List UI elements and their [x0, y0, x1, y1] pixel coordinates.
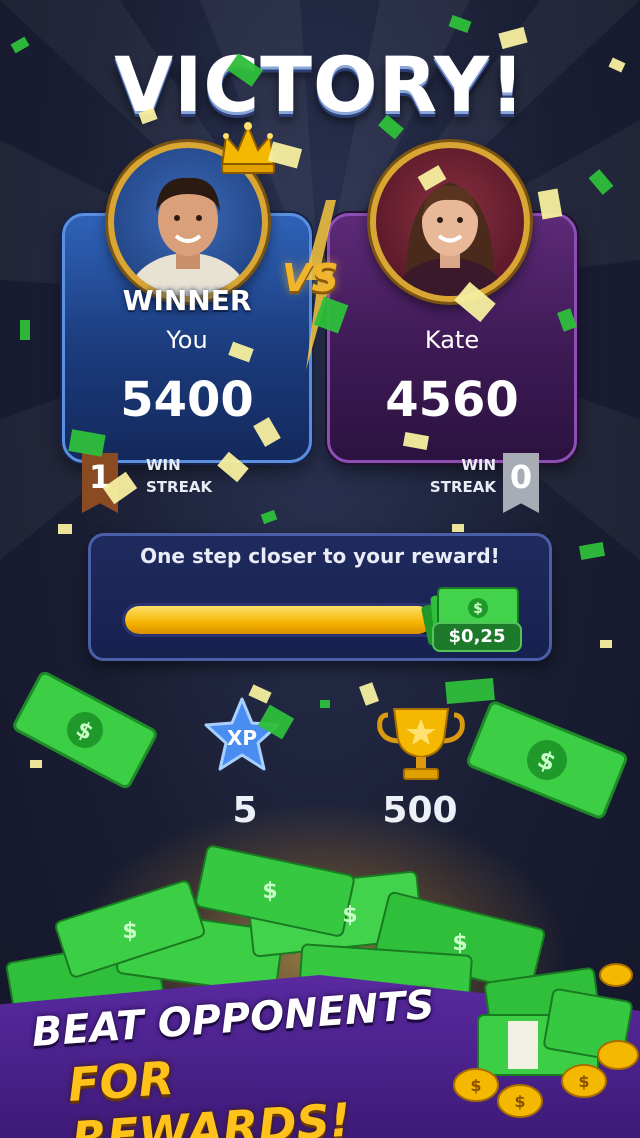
coin-icon: $ $ $	[453, 963, 639, 1118]
reward-message: One step closer to your reward!	[140, 544, 500, 568]
xp-star-icon: XP	[204, 697, 280, 771]
svg-text:$: $	[122, 919, 137, 944]
player-score: 5400	[120, 372, 254, 428]
svg-text:$: $	[452, 931, 467, 956]
winner-badge: WINNER	[122, 284, 252, 317]
trophy-value: 500	[382, 790, 458, 831]
vs-label: VS	[282, 256, 339, 300]
cash-bill-left-icon: $	[13, 671, 157, 789]
svg-text:$: $	[514, 1092, 525, 1111]
player-streak-label-2: STREAK	[146, 478, 213, 496]
player-streak-label-1: WIN	[146, 456, 181, 474]
cash-bill-right-icon: $	[466, 701, 628, 819]
victory-title: VICTORY!	[114, 40, 526, 129]
opponent-avatar	[370, 142, 530, 302]
opponent-portrait-icon	[394, 182, 506, 296]
player-streak-badge: 1	[82, 453, 118, 513]
xp-icon-text: XP	[227, 726, 257, 750]
opponent-streak-label-2: STREAK	[429, 478, 496, 496]
svg-text:$: $	[342, 903, 357, 928]
crown-icon	[220, 122, 276, 174]
opponent-streak-label-1: WIN	[461, 456, 496, 474]
opponent-name: Kate	[424, 326, 480, 354]
reward-amount: $0,25	[432, 622, 522, 652]
reward-progress-fill	[125, 606, 433, 634]
opponent-score: 4560	[385, 372, 519, 428]
svg-text:$: $	[473, 601, 483, 617]
player-name: You	[166, 326, 208, 354]
opponent-streak-label: WIN STREAK	[420, 454, 496, 498]
player-streak-label: WIN STREAK	[146, 454, 212, 498]
svg-text:$: $	[578, 1072, 589, 1091]
svg-text:$: $	[262, 879, 277, 904]
xp-value: 5	[232, 790, 258, 831]
opponent-streak-badge: 0	[503, 453, 539, 513]
trophy-icon	[377, 708, 465, 780]
svg-text:$: $	[470, 1076, 481, 1095]
